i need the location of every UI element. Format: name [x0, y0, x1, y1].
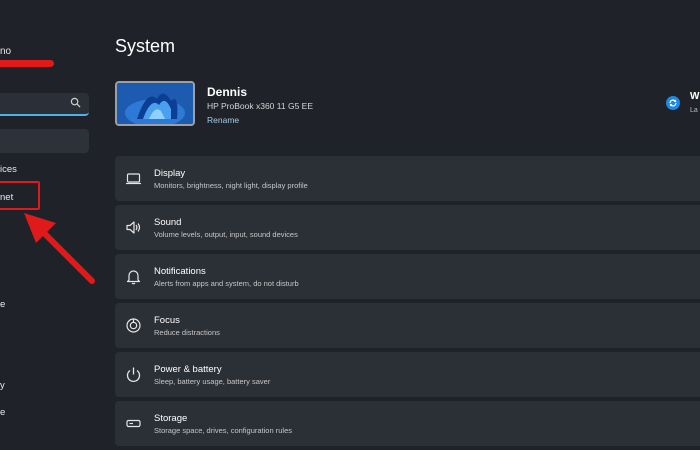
setting-card-description: Alerts from apps and system, do not dist…: [154, 279, 299, 288]
setting-card-description: Storage space, drives, configuration rul…: [154, 426, 292, 435]
power-icon: [126, 367, 141, 382]
device-name: Dennis: [207, 85, 248, 99]
sidebar-item-fragment[interactable]: e: [0, 407, 5, 418]
user-name: no: [0, 46, 12, 57]
sidebar-item-system[interactable]: [0, 129, 89, 153]
storage-icon: [126, 419, 141, 428]
setting-card-description: Sleep, battery usage, battery saver: [154, 377, 271, 386]
setting-card-description: Volume levels, output, input, sound devi…: [154, 230, 298, 239]
monitor-icon: [126, 173, 141, 185]
setting-card-sound[interactable]: Sound Volume levels, output, input, soun…: [115, 205, 700, 250]
setting-card-storage[interactable]: Storage Storage space, drives, configura…: [115, 401, 700, 446]
windows-update-icon[interactable]: [666, 96, 680, 110]
setting-card-description: Monitors, brightness, night light, displ…: [154, 181, 308, 190]
setting-card-notifications[interactable]: Notifications Alerts from apps and syste…: [115, 254, 700, 299]
annotation-underline: [0, 60, 54, 67]
setting-card-title: Power & battery: [154, 364, 222, 375]
setting-card-title: Focus: [154, 315, 180, 326]
device-wallpaper-thumbnail: [115, 81, 195, 126]
focus-icon: [126, 318, 141, 333]
annotation-arrow-icon: [24, 213, 95, 284]
windows-update-subtitle: La: [690, 107, 698, 114]
windows-update-title[interactable]: W: [690, 91, 699, 102]
speaker-icon: [126, 221, 141, 234]
sidebar-item-fragment[interactable]: e: [0, 299, 5, 310]
search-input[interactable]: [0, 93, 89, 116]
setting-card-display[interactable]: Display Monitors, brightness, night ligh…: [115, 156, 700, 201]
setting-card-focus[interactable]: Focus Reduce distractions: [115, 303, 700, 348]
setting-card-title: Sound: [154, 217, 182, 228]
wallpaper-bloom-icon: [117, 83, 193, 124]
sidebar: no ices net e y e: [0, 0, 104, 450]
rename-link[interactable]: Rename: [207, 115, 239, 125]
search-icon: [70, 97, 81, 108]
setting-card-power[interactable]: Power & battery Sleep, battery usage, ba…: [115, 352, 700, 397]
setting-card-title: Notifications: [154, 266, 206, 277]
setting-card-title: Storage: [154, 413, 188, 424]
bell-icon: [126, 270, 141, 285]
setting-card-title: Display: [154, 168, 186, 179]
device-model: HP ProBook x360 11 G5 EE: [207, 101, 313, 111]
page-title: System: [115, 36, 176, 56]
setting-card-description: Reduce distractions: [154, 328, 220, 337]
sidebar-item-devices[interactable]: ices: [0, 164, 17, 175]
sidebar-item-fragment[interactable]: y: [0, 380, 5, 391]
